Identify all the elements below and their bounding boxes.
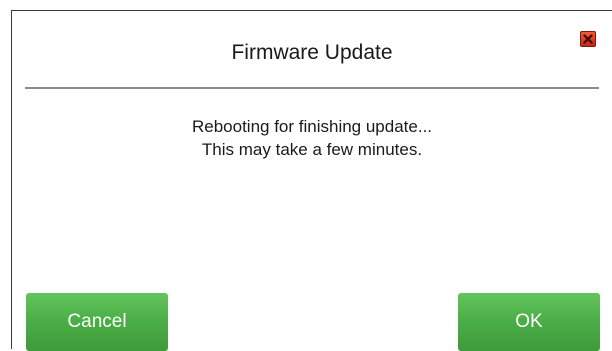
firmware-update-dialog: Firmware Update Rebooting for finishing … — [11, 10, 612, 351]
message-line-1: Rebooting for finishing update... — [191, 117, 433, 136]
close-icon — [583, 34, 593, 44]
dialog-title: Firmware Update — [231, 41, 393, 64]
ok-button[interactable]: OK — [458, 293, 600, 351]
title-divider — [25, 87, 599, 89]
message-line-2: This may take a few minutes. — [201, 140, 423, 159]
close-button[interactable] — [580, 31, 596, 47]
dialog-message: Rebooting for finishing update... This m… — [12, 115, 612, 161]
cancel-button[interactable]: Cancel — [26, 293, 168, 351]
